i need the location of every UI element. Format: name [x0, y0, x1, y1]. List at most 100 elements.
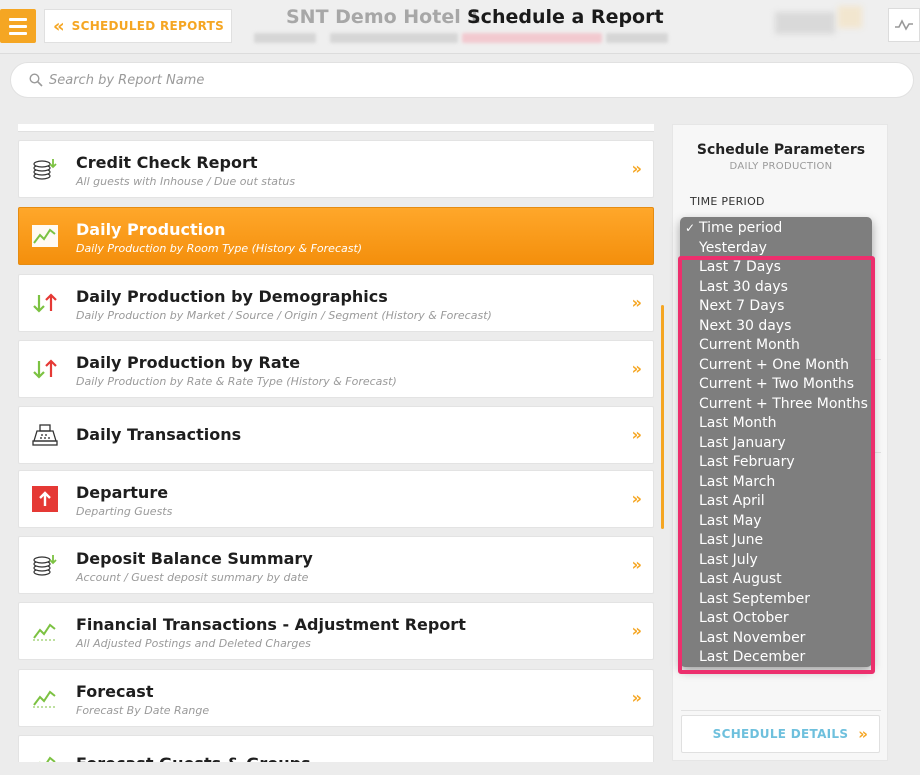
scroll-indicator[interactable]	[661, 305, 664, 529]
option-label: Last January	[699, 434, 786, 451]
option-label: Current Month	[699, 337, 800, 353]
up-down-arrows-icon	[31, 355, 59, 383]
trend-chart-icon	[31, 684, 59, 712]
double-chevron-right-icon: »	[631, 359, 642, 378]
time-period-option[interactable]: Current Month	[680, 336, 872, 356]
report-title: Departure	[76, 483, 169, 502]
report-title: Forecast	[76, 682, 154, 701]
coins-stack-icon	[31, 155, 59, 183]
report-row[interactable]: Daily Production by Demographics Daily Pr…	[18, 274, 654, 332]
coins-stack-icon	[31, 551, 59, 579]
time-period-label: TIME PERIOD	[690, 195, 765, 208]
time-period-option[interactable]: Next 7 Days	[680, 297, 872, 317]
double-chevron-left-icon: «	[53, 15, 65, 37]
report-title: Daily Production by Demographics	[76, 287, 388, 306]
time-period-option[interactable]: Current + One Month	[680, 356, 872, 376]
page-title: Schedule a Report	[467, 6, 664, 28]
report-title: Deposit Balance Summary	[76, 549, 313, 568]
schedule-details-label: SCHEDULE DETAILS	[712, 727, 849, 741]
cash-register-icon	[31, 421, 59, 449]
time-period-option[interactable]: Last June	[680, 531, 872, 551]
time-period-option[interactable]: Last April	[680, 492, 872, 512]
time-period-option[interactable]: Yesterday	[680, 239, 872, 259]
report-row[interactable]: Daily Transactions »	[18, 406, 654, 464]
report-row[interactable]: Daily Production by Rate Daily Production…	[18, 340, 654, 398]
activity-pulse-icon	[895, 19, 913, 31]
search-input[interactable]	[49, 72, 649, 88]
option-label: Last May	[699, 512, 762, 529]
back-button-label: SCHEDULED REPORTS	[71, 19, 225, 33]
report-row[interactable]: Daily Production Daily Production by Room…	[18, 207, 654, 265]
time-period-option[interactable]: Current + Two Months	[680, 375, 872, 395]
trend-chart-icon	[31, 750, 59, 762]
report-row[interactable]: Forecast Forecast By Date Range »	[18, 669, 654, 727]
option-label: Next 30 days	[699, 317, 792, 334]
report-title: Daily Transactions	[76, 425, 242, 444]
scheduled-reports-back-button[interactable]: « SCHEDULED REPORTS	[44, 9, 232, 43]
time-period-option[interactable]: Last Month	[680, 414, 872, 434]
time-period-option[interactable]: Last November	[680, 629, 872, 649]
option-label: Last April	[699, 493, 765, 509]
time-period-option[interactable]: Last 7 Days	[680, 258, 872, 278]
panel-subtitle: DAILY PRODUCTION	[729, 161, 833, 172]
report-row[interactable]: Financial Transactions - Adjustment Repo…	[18, 602, 654, 660]
option-label: Last 30 days	[699, 278, 788, 295]
report-title: Daily Production	[76, 220, 226, 239]
search-bar	[10, 62, 914, 98]
trend-chart-icon	[31, 222, 59, 250]
double-chevron-right-icon: »	[631, 621, 642, 640]
redacted-text	[330, 33, 458, 43]
time-period-option[interactable]: Last March	[680, 473, 872, 493]
time-period-option[interactable]: Last 30 days	[680, 278, 872, 298]
report-title: Credit Check Report	[76, 153, 258, 172]
option-label: Last October	[699, 610, 789, 626]
time-period-option[interactable]: Last August	[680, 570, 872, 590]
report-row[interactable]: Credit Check Report All guests with Inhou…	[18, 140, 654, 198]
option-label: Last December	[699, 649, 806, 665]
report-subtitle: Daily Production by Market / Source / Or…	[76, 309, 492, 322]
report-row[interactable]: Deposit Balance Summary Account / Guest d…	[18, 536, 654, 594]
redacted-user	[775, 12, 835, 34]
option-label: Current + One Month	[699, 356, 850, 373]
schedule-details-button[interactable]: SCHEDULE DETAILS »	[681, 715, 880, 753]
report-subtitle: Account / Guest deposit summary by date	[76, 571, 309, 584]
hamburger-menu-button[interactable]	[0, 9, 36, 43]
option-label: Time period	[699, 220, 783, 236]
report-title: Daily Production by Rate	[76, 353, 301, 372]
time-period-option[interactable]: Current + Three Months	[680, 395, 872, 415]
time-period-option[interactable]: Last October	[680, 609, 872, 629]
time-period-option[interactable]: Last September	[680, 590, 872, 610]
double-chevron-right-icon: »	[858, 725, 868, 743]
menu-icon-bar	[9, 24, 27, 28]
time-period-option[interactable]: Last February	[680, 453, 872, 473]
divider	[681, 710, 881, 711]
time-period-option[interactable]: Last January	[680, 434, 872, 454]
activity-button[interactable]	[888, 8, 920, 42]
time-period-dropdown[interactable]: ✓ Time period Yesterday Last 7 Days Last 30 …	[680, 217, 872, 667]
time-period-option[interactable]: Last July	[680, 551, 872, 571]
double-chevron-right-icon: »	[631, 489, 642, 508]
time-period-option[interactable]: ✓ Time period	[680, 219, 872, 239]
double-chevron-right-icon: »	[631, 555, 642, 574]
option-label: Last November	[699, 629, 806, 646]
report-subtitle: Daily Production by Room Type (History &…	[76, 242, 363, 255]
hotel-name: SNT Demo Hotel 1	[286, 6, 481, 28]
option-label: Last June	[699, 532, 764, 548]
checkmark-icon: ✓	[685, 221, 696, 235]
report-title: Financial Transactions - Adjustment Repo…	[76, 615, 466, 634]
report-subtitle: Departing Guests	[76, 505, 173, 518]
time-period-option[interactable]: Next 30 days	[680, 317, 872, 337]
double-chevron-right-icon: »	[631, 688, 642, 707]
option-label: Current + Two Months	[699, 376, 855, 392]
time-period-option[interactable]: Last December	[680, 648, 872, 667]
departure-arrow-icon	[31, 485, 59, 513]
time-period-option[interactable]: Last May	[680, 512, 872, 532]
redacted-text	[606, 33, 668, 43]
option-label: Last 7 Days	[699, 259, 781, 275]
report-row[interactable]: Departure Departing Guests »	[18, 470, 654, 528]
list-item-partial	[18, 124, 654, 132]
report-row[interactable]: Forecast Guests & Groups	[18, 735, 654, 762]
report-list: Credit Check Report All guests with Inhou…	[18, 124, 654, 762]
double-chevron-right-icon: »	[631, 293, 642, 312]
redacted-text	[254, 33, 316, 43]
